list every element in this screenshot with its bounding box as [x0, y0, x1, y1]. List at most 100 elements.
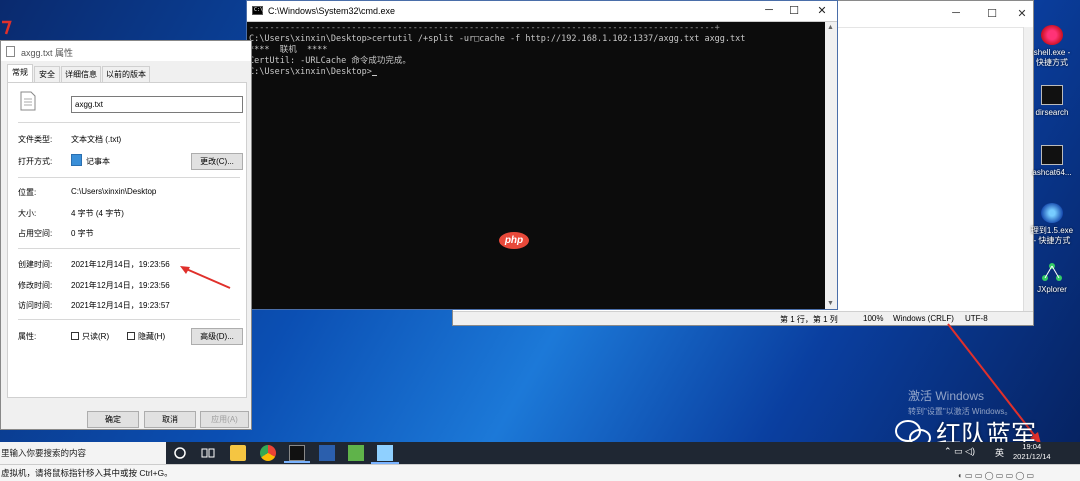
console-icon	[1041, 145, 1063, 165]
file-icon	[6, 46, 15, 57]
hidden-label[interactable]: 隐藏(H)	[138, 331, 165, 342]
powershell-icon[interactable]	[319, 445, 335, 461]
taskbar-search-input[interactable]: 里输入你要搜索的内容	[0, 442, 166, 464]
console-line: CertUtil: -URLCache 命令成功完成。	[249, 56, 411, 66]
file-explorer-icon[interactable]	[230, 445, 246, 461]
ime-indicator[interactable]: 英	[995, 446, 1004, 459]
desktop-icon-hashcat[interactable]: ashcat64...	[1029, 145, 1075, 178]
divider	[18, 319, 240, 320]
disk-size-value: 0 字节	[71, 229, 94, 238]
cancel-button[interactable]: 取消	[144, 411, 196, 428]
properties-titlebar[interactable]: axgg.txt 属性	[1, 41, 251, 61]
type-value: 文本文档 (.txt)	[71, 135, 122, 144]
cmd-titlebar[interactable]: C:\ C:\Windows\System32\cmd.exe ─ ☐ ✕	[247, 1, 837, 22]
desktop-icon-label: 理到1.5.exe - 快捷方式	[1030, 226, 1074, 245]
desktop-icon-jxplorer[interactable]: JXplorer	[1029, 262, 1075, 295]
chrome-icon[interactable]	[260, 445, 276, 461]
readonly-checkbox[interactable]	[71, 332, 79, 340]
attributes-label: 属性:	[18, 332, 37, 341]
cmd-taskbar-icon[interactable]	[284, 445, 310, 463]
created-label: 创建时间:	[18, 260, 53, 269]
close-icon[interactable]: ✕	[1015, 7, 1029, 20]
minimize-icon[interactable]: ─	[949, 7, 963, 19]
general-panel: axgg.txt 文件类型: 文本文档 (.txt) 打开方式: 记事本 更改(…	[7, 82, 247, 398]
taskbar: 里输入你要搜索的内容 ⌃ ▭ ◁) 英 19:04 2021/12/14	[0, 442, 1080, 464]
type-label: 文件类型:	[18, 135, 53, 144]
location-label: 位置:	[18, 188, 37, 197]
filename-input[interactable]: axgg.txt	[71, 96, 243, 113]
disk-size-label: 占用空间:	[18, 229, 53, 238]
vm-hint-text: 虚拟机，请将鼠标指针移入其中或按 Ctrl+G。	[1, 468, 173, 478]
notepad-taskbar-icon[interactable]	[371, 445, 399, 464]
console-icon	[1041, 85, 1063, 105]
console-ruler: ----------------------------------------…	[249, 23, 720, 33]
size-value: 4 字节 (4 字节)	[71, 209, 124, 218]
minimize-icon[interactable]: ─	[762, 4, 776, 16]
accessed-label: 访问时间:	[18, 301, 53, 310]
change-button[interactable]: 更改(C)...	[191, 153, 243, 170]
open-with-value: 记事本	[86, 157, 110, 166]
vm-status-icons[interactable]: ◐ ▭ ▭ ◯ ▭ ▭ ◯ ▭	[958, 468, 1078, 480]
readonly-label[interactable]: 只读(R)	[82, 331, 109, 342]
tray-icons[interactable]: ⌃ ▭ ◁)	[944, 446, 975, 457]
created-value: 2021年12月14日，19:23:56	[71, 260, 170, 269]
location-value: C:\Users\xinxin\Desktop	[71, 187, 157, 196]
apply-button[interactable]: 应用(A)	[200, 411, 249, 428]
cmd-title: C:\Windows\System32\cmd.exe	[268, 6, 396, 16]
terminal-icon: C:\	[252, 6, 264, 15]
status-zoom: 100%	[863, 314, 884, 323]
tab-details[interactable]: 详细信息	[61, 66, 101, 82]
ok-button[interactable]: 确定	[87, 411, 139, 428]
activate-title: 激活 Windows	[908, 389, 985, 403]
tab-general[interactable]: 常规	[7, 64, 33, 82]
desktop-icon-dirsearch[interactable]: dirsearch	[1029, 85, 1075, 118]
notepad-icon	[71, 154, 82, 166]
close-icon[interactable]: ✕	[815, 4, 829, 17]
clock[interactable]: 19:04 2021/12/14	[1013, 442, 1051, 462]
desktop-icon-exe-shortcut[interactable]: 理到1.5.exe - 快捷方式	[1029, 203, 1075, 246]
annotation-mark	[2, 20, 12, 35]
tab-security[interactable]: 安全	[34, 66, 60, 82]
cortana-icon[interactable]	[172, 445, 188, 461]
desktop-icon-label: JXplorer	[1037, 285, 1067, 294]
divider	[18, 248, 240, 249]
advanced-button[interactable]: 高级(D)...	[191, 328, 243, 345]
scroll-down-icon[interactable]: ▼	[827, 300, 834, 307]
clock-date: 2021/12/14	[1013, 452, 1051, 461]
properties-title: axgg.txt 属性	[21, 48, 74, 58]
desktop-icon-label: shell.exe - 快捷方式	[1033, 48, 1071, 67]
editor-icon[interactable]	[348, 445, 364, 461]
tab-previous-versions[interactable]: 以前的版本	[102, 66, 150, 82]
globe-shortcut-icon	[1041, 203, 1063, 223]
text-cursor	[371, 75, 377, 76]
cmd-scrollbar[interactable]: ▲ ▼	[825, 22, 837, 309]
modified-label: 修改时间:	[18, 281, 53, 290]
maximize-icon[interactable]: ☐	[787, 4, 801, 17]
task-view-icon[interactable]	[200, 445, 216, 461]
activate-windows-watermark: 激活 Windows 转到"设置"以激活 Windows。	[908, 387, 1012, 417]
desktop-icon-shell[interactable]: shell.exe - 快捷方式	[1029, 25, 1075, 68]
annotation-arrow	[180, 266, 231, 289]
text-file-icon	[20, 91, 36, 111]
maximize-icon[interactable]: ☐	[985, 7, 999, 20]
console-line: **** 联机 ****	[249, 45, 328, 55]
hidden-checkbox[interactable]	[127, 332, 135, 340]
cmd-window[interactable]: C:\ C:\Windows\System32\cmd.exe ─ ☐ ✕ --…	[246, 0, 838, 310]
status-line-ending: Windows (CRLF)	[893, 314, 954, 323]
divider	[18, 122, 240, 123]
accessed-value: 2021年12月14日，19:23:57	[71, 301, 170, 310]
exe-shortcut-icon	[1041, 25, 1063, 45]
properties-dialog[interactable]: axgg.txt 属性 常规 安全 详细信息 以前的版本 axgg.txt 文件…	[0, 40, 252, 430]
php-watermark: php	[499, 232, 529, 249]
size-label: 大小:	[18, 209, 37, 218]
network-icon	[1041, 262, 1063, 282]
console-line: C:\Users\xinxin\Desktop>certutil /+split…	[249, 34, 746, 44]
scroll-up-icon[interactable]: ▲	[827, 24, 834, 31]
desktop-icon-label: ashcat64...	[1032, 168, 1072, 177]
desktop-icon-label: dirsearch	[1035, 108, 1069, 117]
console-prompt-line: C:\Users\xinxin\Desktop>	[249, 67, 823, 78]
divider	[18, 177, 240, 178]
console-output[interactable]: ----------------------------------------…	[247, 22, 825, 309]
open-with-label: 打开方式:	[18, 157, 53, 166]
console-prompt: C:\Users\xinxin\Desktop>	[249, 67, 372, 77]
